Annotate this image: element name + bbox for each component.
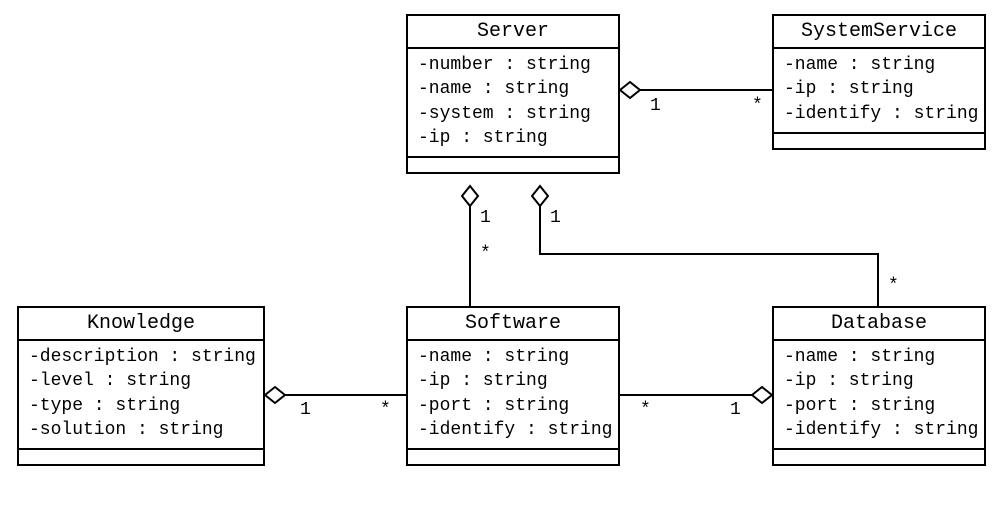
attr: -name : string bbox=[784, 53, 974, 77]
mult-label: * bbox=[752, 96, 763, 116]
mult-label: 1 bbox=[650, 96, 661, 116]
assoc-server-database bbox=[532, 186, 878, 306]
class-title: Server bbox=[408, 16, 618, 49]
mult-label: * bbox=[480, 244, 491, 264]
mult-label: 1 bbox=[300, 400, 311, 420]
attr: -ip : string bbox=[418, 126, 608, 150]
class-attrs: -name : string -ip : string -port : stri… bbox=[774, 341, 984, 450]
class-ops bbox=[19, 450, 263, 464]
class-server: Server -number : string -name : string -… bbox=[406, 14, 620, 174]
attr: -level : string bbox=[29, 369, 253, 393]
attr: -number : string bbox=[418, 53, 608, 77]
class-title: Knowledge bbox=[19, 308, 263, 341]
mult-label: 1 bbox=[730, 400, 741, 420]
attr: -solution : string bbox=[29, 418, 253, 442]
attr: -description : string bbox=[29, 345, 253, 369]
mult-label: * bbox=[380, 400, 391, 420]
class-title: Software bbox=[408, 308, 618, 341]
attr: -identify : string bbox=[784, 418, 974, 442]
class-systemservice: SystemService -name : string -ip : strin… bbox=[772, 14, 986, 150]
class-title: Database bbox=[774, 308, 984, 341]
attr: -name : string bbox=[418, 345, 608, 369]
attr: -identify : string bbox=[784, 102, 974, 126]
mult-label: 1 bbox=[480, 208, 491, 228]
attr: -name : string bbox=[418, 77, 608, 101]
attr: -type : string bbox=[29, 394, 253, 418]
class-title: SystemService bbox=[774, 16, 984, 49]
class-ops bbox=[408, 450, 618, 464]
class-software: Software -name : string -ip : string -po… bbox=[406, 306, 620, 466]
attr: -ip : string bbox=[784, 77, 974, 101]
class-ops bbox=[774, 450, 984, 464]
attr: -identify : string bbox=[418, 418, 608, 442]
attr: -name : string bbox=[784, 345, 974, 369]
class-attrs: -name : string -ip : string -port : stri… bbox=[408, 341, 618, 450]
class-knowledge: Knowledge -description : string -level :… bbox=[17, 306, 265, 466]
mult-label: * bbox=[888, 276, 899, 296]
attr: -port : string bbox=[784, 394, 974, 418]
class-attrs: -description : string -level : string -t… bbox=[19, 341, 263, 450]
attr: -ip : string bbox=[418, 369, 608, 393]
attr: -ip : string bbox=[784, 369, 974, 393]
class-database: Database -name : string -ip : string -po… bbox=[772, 306, 986, 466]
class-attrs: -number : string -name : string -system … bbox=[408, 49, 618, 158]
attr: -system : string bbox=[418, 102, 608, 126]
mult-label: 1 bbox=[550, 208, 561, 228]
attr: -port : string bbox=[418, 394, 608, 418]
assoc-server-systemservice bbox=[620, 82, 772, 98]
class-ops bbox=[774, 134, 984, 148]
assoc-server-software bbox=[462, 186, 478, 306]
class-attrs: -name : string -ip : string -identify : … bbox=[774, 49, 984, 134]
class-ops bbox=[408, 158, 618, 172]
mult-label: * bbox=[640, 400, 651, 420]
